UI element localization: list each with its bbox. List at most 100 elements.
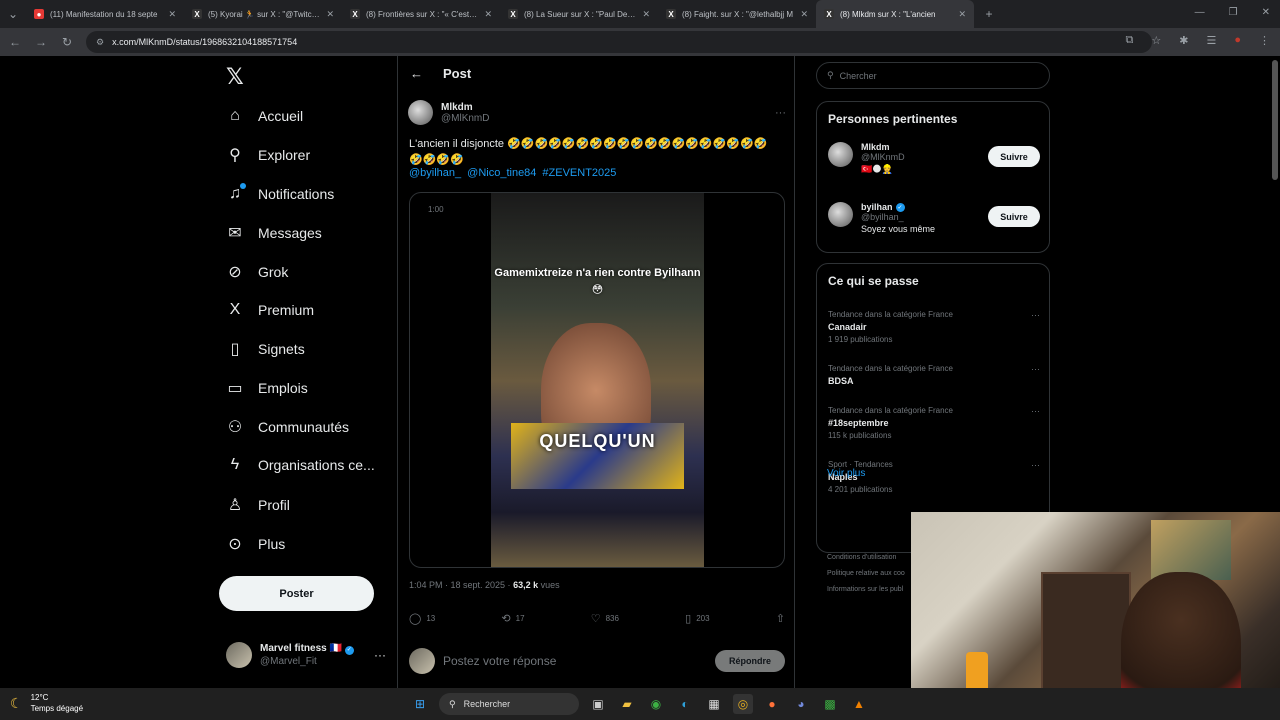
browser-tab[interactable]: X (8) Mlkdm sur X : "L'ancien ✕ [816,0,974,28]
close-window-icon[interactable]: ✕ [1262,7,1270,18]
browser-menu-icon[interactable]: ⋮ [1259,34,1270,47]
close-tab-icon[interactable]: ✕ [642,9,650,20]
trend-item[interactable]: Tendance dans la catégorie France Canada… [828,310,1040,344]
file-explorer-icon[interactable]: ▰ [617,694,637,714]
search-icon: ⚲ [229,147,241,164]
post-button[interactable]: Poster [219,576,374,611]
nav-item-messages[interactable]: ✉ Messages [226,221,322,245]
task-view-icon[interactable]: ▣ [588,694,608,714]
forward-icon[interactable]: → [34,35,48,49]
nav-item-profil[interactable]: ♙ Profil [226,493,290,517]
person-name[interactable]: Mlkdm [861,142,890,152]
nav-item-communautés[interactable]: ⚇ Communautés [226,415,349,439]
more-icon[interactable]: ··· [374,648,386,662]
vlc-icon[interactable]: ▲ [849,694,869,714]
reload-icon[interactable]: ↻ [60,35,74,49]
trends-box: Ce qui se passe Tendance dans la catégor… [816,263,1050,553]
follow-button[interactable]: Suivre [988,146,1040,167]
tweet-more-icon[interactable]: ··· [775,107,786,119]
like-action[interactable]: ♡ 836 [591,612,619,625]
trend-item[interactable]: Tendance dans la catégorie France #18sep… [828,406,1040,440]
show-more-link[interactable]: Voir plus [827,468,865,479]
post-header: ← Post [410,66,471,81]
author-name[interactable]: Mlkdm [441,102,490,113]
close-tab-icon[interactable]: ✕ [958,9,966,20]
new-tab-icon[interactable]: + [982,7,996,21]
browser-tab[interactable]: X (8) Faight. sur X : "@lethalbjj M ✕ [658,0,816,28]
back-arrow-icon[interactable]: ← [410,66,423,81]
close-tab-icon[interactable]: ✕ [800,9,808,20]
profile-icon[interactable]: ● [1234,34,1241,47]
nav-item-plus[interactable]: ⊙ Plus [226,532,285,556]
nav-item-label: Accueil [258,108,304,124]
weather-widget[interactable]: ☾ 12°C Temps dégagé [10,692,83,714]
browser-tab[interactable]: ● (11) Manifestation du 18 septe ✕ [26,0,184,28]
video-frame[interactable]: Gamemixtreize n'a rien contre Byilhann 😳… [491,193,704,567]
person-avatar[interactable] [828,142,853,167]
reply-button[interactable]: Répondre [715,650,785,672]
bookmark-icon: ▯ [230,341,240,358]
xbox-icon[interactable]: ◉ [646,694,666,714]
tweet-video[interactable]: 1:00 Gamemixtreize n'a rien contre Byilh… [409,192,785,568]
x-logo-icon[interactable]: 𝕏 [226,64,244,90]
store-icon[interactable]: ▦ [704,694,724,714]
reading-list-icon[interactable]: ☰ [1206,34,1216,47]
reply-input[interactable]: Postez votre réponse [443,654,707,668]
windows-start-icon[interactable]: ⊞ [410,694,430,714]
app-icon[interactable]: ▩ [820,694,840,714]
author-handle[interactable]: @MlKnmD [441,113,490,124]
nav-item-signets[interactable]: ▯ Signets [226,337,305,361]
verified-badge-icon: ✓ [895,202,905,212]
person-name[interactable]: byilhan [861,202,893,212]
nav-item-premium[interactable]: X Premium [226,298,314,322]
discord-icon[interactable]: ◕ [791,694,811,714]
trend-more-icon[interactable]: ··· [1031,364,1040,374]
reply-action[interactable]: ◯ 13 [409,612,435,625]
nav-item-emplois[interactable]: ▭ Emplois [226,376,307,400]
nav-item-explorer[interactable]: ⚲ Explorer [226,143,310,167]
browser-tab[interactable]: X (8) Frontières sur X : "« C'est pa ✕ [342,0,500,28]
nav-item-grok[interactable]: ⊘ Grok [226,260,288,284]
person-avatar[interactable] [828,202,853,227]
maximize-icon[interactable]: ❐ [1229,7,1238,18]
share-action[interactable]: ⇧ [776,612,785,625]
browser-tab[interactable]: X (8) La Sueur sur X : "Paul Denis ✕ [500,0,658,28]
tweet-text: L'ancien il disjoncte 🤣🤣🤣🤣🤣🤣🤣🤣🤣🤣🤣🤣🤣🤣🤣🤣🤣🤣… [409,138,768,166]
search-input[interactable]: ⚲ Chercher [816,62,1050,89]
back-icon[interactable]: ← [8,35,22,49]
extensions-icon[interactable]: ✱ [1179,34,1188,47]
close-tab-icon[interactable]: ✕ [168,9,176,20]
account-switcher[interactable]: Marvel fitness 🇫🇷 ✓ @Marvel_Fit ··· [226,642,386,668]
nav-item-accueil[interactable]: ⌂ Accueil [226,104,303,128]
minimize-icon[interactable]: — [1195,7,1205,18]
trend-more-icon[interactable]: ··· [1031,310,1040,320]
hashtag-link[interactable]: #ZEVENT2025 [542,167,616,179]
person-card[interactable]: byilhan ✓ @byilhan_ Soyez vous même Suivr… [828,202,1040,234]
nav-item-notifications[interactable]: ♫ Notifications [226,182,334,206]
taskbar-search[interactable]: ⚲ Rechercher [439,693,579,715]
bookmark-star-icon[interactable]: ☆ [1151,34,1161,47]
follow-button[interactable]: Suivre [988,206,1040,227]
browser-tab[interactable]: X (5) Kyorai 🏃 sur X : "@TwitchB ✕ [184,0,342,28]
repost-icon: ⟲ [501,613,511,625]
trend-more-icon[interactable]: ··· [1031,460,1040,470]
nav-item-organisations-ce[interactable]: ϟ Organisations ce... [226,453,375,477]
repost-action[interactable]: ⟲ 17 [501,612,524,625]
bookmark-action[interactable]: ▯ 203 [685,612,709,625]
site-info-icon[interactable]: ⚙ [96,37,104,48]
edge-icon[interactable]: ◐ [675,694,695,714]
mention-link[interactable]: @byilhan_ [409,167,461,179]
close-tab-icon[interactable]: ✕ [484,9,492,20]
author-avatar[interactable] [408,100,433,125]
chrome-icon[interactable]: ◎ [733,694,753,714]
install-icon[interactable]: ⧉ [1126,34,1134,47]
person-card[interactable]: Mlkdm @MlKnmD 🇹🇷🌑👷 Suivre [828,142,1040,175]
firefox-icon[interactable]: ● [762,694,782,714]
mention-link[interactable]: @Nico_tine84 [467,167,536,179]
scrollbar[interactable] [1272,60,1278,180]
url-bar[interactable]: ⚙ x.com/MlKnmD/status/196863210418857175… [86,31,1152,53]
close-tab-icon[interactable]: ✕ [326,9,334,20]
trend-more-icon[interactable]: ··· [1031,406,1040,416]
trend-item[interactable]: Tendance dans la catégorie France BDSA ·… [828,364,1040,389]
tab-list-chevron-icon[interactable]: ⌄ [6,7,20,21]
